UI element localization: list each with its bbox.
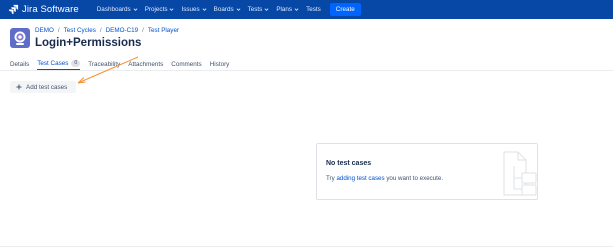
page-footer-divider bbox=[0, 246, 613, 247]
page-title: Login+Permissions bbox=[35, 37, 142, 49]
tab-history[interactable]: History bbox=[210, 58, 230, 70]
chevron-down-icon bbox=[202, 8, 207, 11]
tab-label: Comments bbox=[171, 60, 202, 68]
jira-logo[interactable]: Jira Software bbox=[8, 4, 79, 15]
add-test-cases-label: Add test cases bbox=[26, 83, 68, 91]
annotation-arrow-icon bbox=[77, 56, 139, 84]
project-avatar-icon bbox=[14, 31, 26, 45]
breadcrumb-demo[interactable]: DEMO bbox=[35, 27, 54, 34]
nav-label: Plans bbox=[276, 6, 293, 13]
nav-label: Tests bbox=[247, 6, 263, 13]
chevron-down-icon bbox=[133, 8, 138, 11]
empty-state-title: No test cases bbox=[326, 160, 372, 167]
breadcrumb-separator: / bbox=[99, 27, 102, 34]
document-illustration-icon bbox=[503, 151, 537, 196]
nav-tests-menu[interactable]: Tests bbox=[248, 6, 270, 13]
product-name: Jira Software bbox=[22, 4, 79, 15]
top-navigation-bar: Jira Software Dashboards Projects Issues… bbox=[0, 0, 613, 19]
create-button[interactable]: Create bbox=[329, 3, 361, 16]
tab-label: Details bbox=[10, 60, 30, 68]
breadcrumb-demo-c19[interactable]: DEMO-C19 bbox=[106, 27, 139, 34]
empty-state-text-suffix: you want to execute. bbox=[384, 175, 444, 182]
project-avatar[interactable] bbox=[10, 28, 30, 48]
empty-state-text: Try adding test cases you want to execut… bbox=[326, 175, 443, 182]
main-nav: Dashboards Projects Issues Boards Tests … bbox=[97, 3, 361, 16]
breadcrumb-test-cycles[interactable]: Test Cycles bbox=[64, 27, 96, 34]
chevron-down-icon bbox=[170, 8, 174, 11]
nav-tests[interactable]: Tests bbox=[306, 6, 321, 13]
breadcrumb: DEMO / Test Cycles / DEMO-C19 / Test Pla… bbox=[35, 27, 179, 34]
nav-issues[interactable]: Issues bbox=[181, 6, 207, 13]
empty-state-card: No test cases Try adding test cases you … bbox=[316, 143, 538, 200]
nav-label: Boards bbox=[213, 6, 234, 13]
nav-label: Dashboards bbox=[96, 6, 131, 13]
tab-label: Test Cases bbox=[37, 60, 69, 67]
nav-label: Issues bbox=[181, 6, 200, 13]
plus-icon bbox=[16, 84, 22, 90]
nav-dashboards[interactable]: Dashboards bbox=[97, 6, 138, 13]
adding-test-cases-link[interactable]: adding test cases bbox=[336, 175, 384, 182]
nav-label: Projects bbox=[144, 6, 168, 13]
jira-logo-icon bbox=[8, 4, 19, 15]
tab-label: History bbox=[209, 60, 230, 68]
breadcrumb-separator: / bbox=[57, 27, 60, 34]
breadcrumb-test-player[interactable]: Test Player bbox=[148, 27, 179, 34]
tab-details[interactable]: Details bbox=[10, 58, 29, 70]
nav-plans[interactable]: Plans bbox=[276, 6, 299, 13]
breadcrumb-separator: / bbox=[142, 27, 144, 34]
add-test-cases-button[interactable]: Add test cases bbox=[10, 81, 76, 93]
chevron-down-icon bbox=[294, 8, 299, 11]
nav-boards[interactable]: Boards bbox=[214, 6, 241, 13]
nav-projects[interactable]: Projects bbox=[145, 6, 175, 13]
empty-state-text-prefix: Try bbox=[326, 175, 337, 182]
nav-label: Tests bbox=[306, 6, 321, 13]
chevron-down-icon bbox=[264, 8, 269, 11]
chevron-down-icon bbox=[236, 8, 241, 11]
tab-comments[interactable]: Comments bbox=[171, 58, 201, 70]
